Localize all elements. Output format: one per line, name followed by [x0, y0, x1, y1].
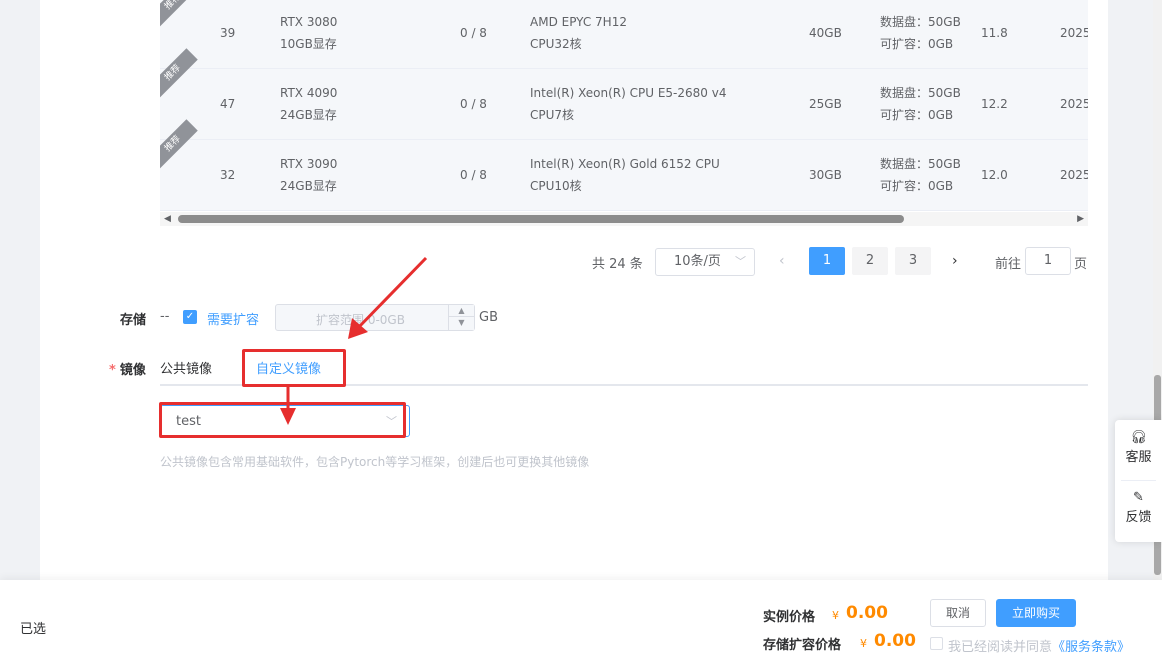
horizontal-scrollbar-thumb[interactable]	[178, 215, 904, 223]
page-3-button[interactable]: 3	[895, 247, 931, 275]
cell-vram: 24GB显存	[280, 179, 337, 193]
cancel-button[interactable]: 取消	[930, 599, 986, 627]
cell-memory: 30GB	[809, 168, 842, 182]
tab-public-image[interactable]: 公共镜像	[160, 358, 212, 377]
table-row[interactable]: 推荐 32 RTX 3090 24GB显存 0 / 8 Intel(R) Xeon(R) …	[160, 119, 1088, 211]
selected-label: 已选	[20, 622, 47, 637]
cell-count: 0 / 8	[460, 26, 487, 40]
page-2-button[interactable]: 2	[852, 247, 888, 275]
step-up-icon[interactable]: ▲	[449, 305, 474, 317]
cell-vram: 24GB显存	[280, 108, 337, 122]
cell-date: 2025-	[1060, 97, 1088, 111]
horizontal-scrollbar[interactable]: ◀ ▶	[160, 212, 1088, 226]
page-1-button[interactable]: 1	[809, 247, 845, 275]
scroll-right-icon[interactable]: ▶	[1077, 214, 1084, 224]
agree-checkbox[interactable]	[930, 637, 943, 650]
cell-id: 39	[220, 26, 236, 40]
required-mark: *	[109, 363, 116, 378]
storage-price-label: 存储扩容价格	[763, 638, 842, 653]
buy-now-button[interactable]: 立即购买	[996, 599, 1076, 627]
cell-memory: 25GB	[809, 97, 842, 111]
expand-checkbox[interactable]: ✓	[183, 310, 197, 324]
cell-gpu: RTX 3090	[280, 157, 338, 171]
cell-memory: 40GB	[809, 26, 842, 40]
recommend-ribbon: 推荐	[160, 0, 198, 27]
goto-page-input[interactable]: 1	[1025, 247, 1071, 275]
storage-value: --	[160, 309, 170, 324]
cell-expand: 可扩容：0GB	[880, 108, 954, 122]
storage-price-currency: ¥	[860, 637, 867, 650]
agree-text-label: 我已经阅读并同意	[948, 640, 1053, 655]
chevron-down-icon: ﹀	[735, 255, 746, 268]
expand-size-stepper[interactable]: ▲ ▼	[448, 305, 474, 330]
cell-cpu: Intel(R) Xeon(R) Gold 6152 CPU	[530, 157, 720, 171]
cell-expand: 可扩容：0GB	[880, 37, 954, 51]
step-down-icon[interactable]: ▼	[449, 317, 474, 329]
content-card: 推荐 39 RTX 3080 10GB显存 0 / 8 AMD EPYC 7H12 CPU3…	[40, 0, 1108, 580]
cell-cuda: 11.8	[981, 26, 1008, 40]
cell-date: 2025-	[1060, 168, 1088, 182]
service-button[interactable]: 🎧︎ 客服	[1115, 430, 1162, 465]
instance-price-currency: ¥	[832, 609, 839, 622]
cell-disk: 数据盘：50GB	[880, 15, 961, 29]
gpu-table: 推荐 39 RTX 3080 10GB显存 0 / 8 AMD EPYC 7H12 CPU3…	[160, 0, 1088, 212]
cell-id: 32	[220, 168, 236, 182]
cell-cores: CPU32核	[530, 37, 582, 51]
image-hint: 公共镜像包含常用基础软件，包含Pytorch等学习框架，创建后也可更换其他镜像	[160, 455, 590, 469]
vertical-scrollbar[interactable]	[1153, 0, 1162, 671]
image-label-text: 镜像	[119, 363, 146, 378]
storage-price-value: 0.00	[874, 631, 916, 651]
cell-count: 0 / 8	[460, 168, 487, 182]
panel-divider	[1121, 480, 1156, 481]
cell-vram: 10GB显存	[280, 37, 337, 51]
goto-label: 前往	[995, 257, 1022, 272]
cell-disk: 数据盘：50GB	[880, 157, 961, 171]
page-size-value: 10条/页	[674, 254, 721, 269]
annotation-box-select	[159, 402, 406, 438]
annotation-box-custom-tab	[242, 349, 346, 387]
cell-cpu: Intel(R) Xeon(R) CPU E5-2680 v4	[530, 86, 727, 100]
cell-cores: CPU7核	[530, 108, 575, 122]
scroll-left-icon[interactable]: ◀	[164, 214, 171, 224]
storage-label: 存储	[120, 313, 147, 328]
table-row[interactable]: 推荐 47 RTX 4090 24GB显存 0 / 8 Intel(R) Xeon(R) …	[160, 48, 1088, 140]
cell-count: 0 / 8	[460, 97, 487, 111]
goto-suffix: 页	[1074, 257, 1088, 272]
cell-date: 2025-	[1060, 26, 1088, 40]
cell-cuda: 12.0	[981, 168, 1008, 182]
cell-gpu: RTX 3080	[280, 15, 338, 29]
cell-gpu: RTX 4090	[280, 86, 338, 100]
cell-cuda: 12.2	[981, 97, 1008, 111]
cell-cores: CPU10核	[530, 179, 582, 193]
headset-icon: 🎧︎	[1130, 430, 1147, 445]
page-size-select[interactable]: 10条/页 ﹀	[655, 248, 755, 276]
expand-size-input[interactable]: 扩容范围 0-0GB ▲ ▼	[275, 304, 475, 331]
service-label: 客服	[1125, 450, 1152, 465]
feedback-button[interactable]: ✎ 反馈	[1115, 490, 1162, 525]
expand-size-unit: GB	[479, 310, 498, 325]
agree-text: 我已经阅读并同意《服务条款》	[948, 636, 1130, 655]
expand-checkbox-label[interactable]: 需要扩容	[207, 309, 259, 328]
instance-price-label: 实例价格	[763, 610, 816, 625]
cell-disk: 数据盘：50GB	[880, 86, 961, 100]
instance-price-value: 0.00	[846, 603, 888, 623]
feedback-label: 反馈	[1125, 510, 1152, 525]
next-page-icon[interactable]: ›	[952, 253, 958, 269]
cell-id: 47	[220, 97, 236, 111]
expand-size-placeholder: 扩容范围 0-0GB	[316, 313, 405, 327]
prev-page-icon[interactable]: ‹	[779, 253, 785, 269]
edit-icon: ✎	[1133, 490, 1144, 505]
floating-service-panel: 🎧︎ 客服 ✎ 反馈	[1115, 420, 1162, 542]
order-footer: 已选 实例价格 ¥ 0.00 存储扩容价格 ¥ 0.00 取消 立即购买 我已经…	[0, 580, 1162, 671]
cell-cpu: AMD EPYC 7H12	[530, 15, 627, 29]
cell-expand: 可扩容：0GB	[880, 179, 954, 193]
table-row[interactable]: 推荐 39 RTX 3080 10GB显存 0 / 8 AMD EPYC 7H12 CPU3…	[160, 0, 1088, 69]
image-label: * 镜像	[109, 359, 146, 378]
pagination-total: 共 24 条	[592, 257, 643, 272]
terms-link[interactable]: 《服务条款》	[1052, 640, 1130, 655]
